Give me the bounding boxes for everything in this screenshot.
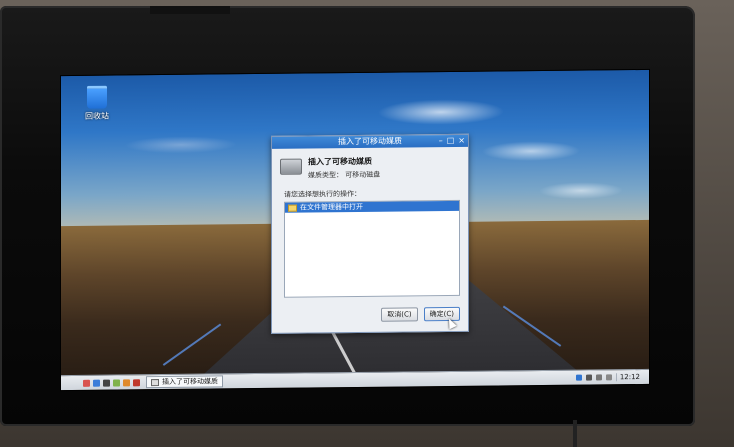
media-type-label: 媒质类型： (308, 171, 343, 180)
drive-icon (280, 158, 302, 175)
window-icon (151, 378, 159, 386)
taskbar-window-label: 插入了可移动媒质 (162, 377, 218, 387)
taskbar-window-button[interactable]: 插入了可移动媒质 (146, 375, 223, 389)
editor-icon[interactable] (113, 378, 120, 387)
bluetooth-icon[interactable] (575, 374, 582, 381)
action-prompt: 请您选择想执行的操作： (284, 189, 361, 199)
dialog-heading: 插入了可移动媒质 (308, 156, 372, 167)
cancel-button[interactable]: 取消(C) (381, 307, 418, 322)
removable-media-dialog: 插入了可移动媒质 – □ × 插入了可移动媒质 媒质类型： 可移动磁盘 请您选择… (271, 133, 469, 334)
trash-icon (87, 85, 107, 109)
window-controls: – □ × (439, 135, 465, 147)
list-item[interactable]: 在文件管理器中打开 (285, 200, 459, 213)
close-button[interactable]: × (458, 135, 465, 147)
usb-icon[interactable] (595, 374, 602, 381)
file-manager-icon[interactable] (93, 379, 100, 387)
screen: 回收站 插入了可移动媒质 – □ × 插入了可移动媒质 媒质类型： 可移动磁盘 (60, 68, 650, 392)
ok-button[interactable]: 确定(C) (423, 306, 460, 322)
menu-icon[interactable] (83, 379, 90, 387)
terminal-icon[interactable] (103, 379, 110, 387)
system-tray: 12:12 (575, 372, 649, 382)
dialog-titlebar[interactable]: 插入了可移动媒质 – □ × (272, 134, 468, 149)
monitor-top-strip (150, 6, 230, 14)
monitor-stand (573, 420, 577, 447)
clock[interactable]: 12:12 (615, 372, 643, 382)
monitor-bezel: 回收站 插入了可移动媒质 – □ × 插入了可移动媒质 媒质类型： 可移动磁盘 (0, 6, 695, 426)
media-type: 媒质类型： 可移动磁盘 (308, 170, 380, 181)
desktop-icon-trash[interactable]: 回收站 (79, 85, 115, 122)
browser-icon[interactable] (123, 378, 130, 386)
network-icon[interactable] (605, 374, 612, 381)
action-list[interactable]: 在文件管理器中打开 (284, 199, 460, 298)
action-label: 在文件管理器中打开 (300, 202, 363, 212)
launcher-icons (61, 378, 140, 387)
minimize-button[interactable]: – (439, 135, 443, 147)
dialog-header: 插入了可移动媒质 媒质类型： 可移动磁盘 (272, 147, 468, 181)
media-type-value: 可移动磁盘 (345, 170, 381, 180)
desktop-icon-label: 回收站 (85, 111, 109, 121)
volume-icon[interactable] (585, 374, 592, 381)
settings-icon[interactable] (133, 378, 140, 386)
dialog-title: 插入了可移动媒质 (338, 136, 402, 147)
folder-icon (288, 204, 297, 212)
maximize-button[interactable]: □ (447, 135, 455, 147)
